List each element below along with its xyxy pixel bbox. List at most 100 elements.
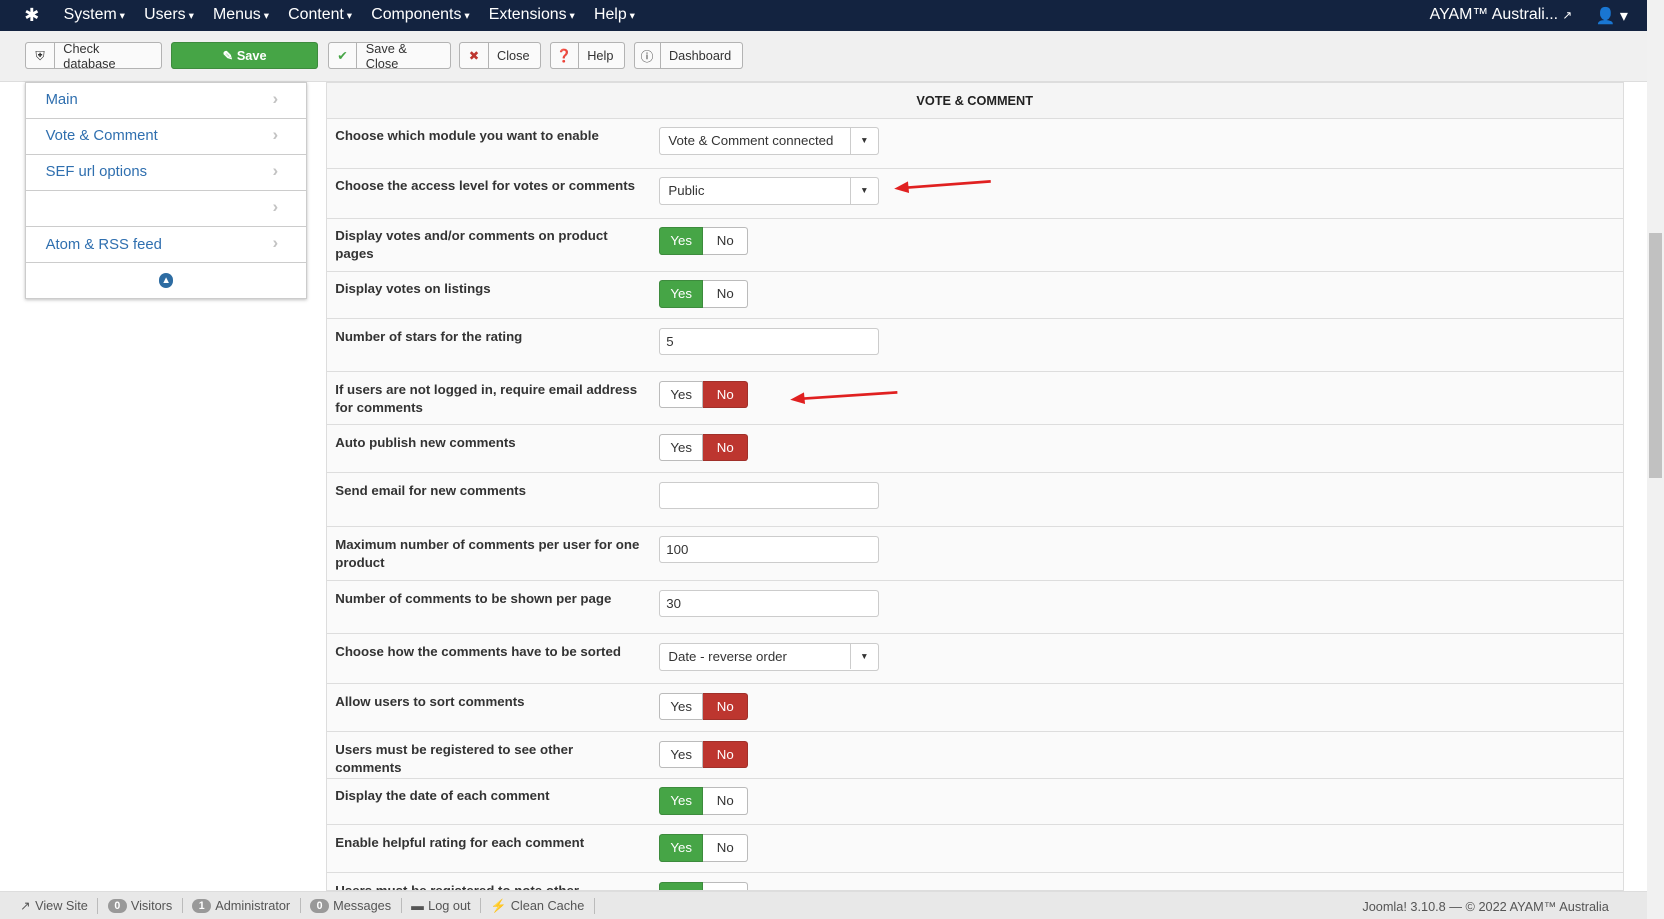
site-link[interactable]: AYAM™ Australi... ↗ xyxy=(1430,6,1573,26)
user-menu[interactable]: 👤 ▾ xyxy=(1596,6,1628,26)
user-icon: 👤 xyxy=(1595,8,1616,26)
caret-down-icon: ▼ xyxy=(850,178,878,204)
setting-row: Allow users to sort comments Yes No xyxy=(326,684,1623,733)
close-icon: ✖ xyxy=(460,43,489,68)
setting-row: Choose how the comments have to be sorte… xyxy=(326,634,1623,685)
no-option[interactable]: No xyxy=(703,833,749,862)
settings-panel: VOTE & COMMENT Choose which module you w… xyxy=(325,81,1624,892)
setting-label: Allow users to sort comments xyxy=(335,693,525,709)
page: ✱ System Users Menus Content Components Exten… xyxy=(0,0,1664,919)
yes-no-toggle[interactable]: YesNo xyxy=(658,227,749,255)
yes-no-toggle[interactable]: YesNo xyxy=(658,833,749,862)
copyright: Joomla! 3.10.8 — © 2022 AYAM™ Australia xyxy=(1362,898,1609,914)
yes-option[interactable]: Yes xyxy=(658,881,704,891)
lightning-icon: ⚡ xyxy=(490,897,507,913)
setting-label: Choose how the comments have to be sorte… xyxy=(335,643,621,659)
no-option[interactable]: No xyxy=(703,881,749,891)
setting-label: Enable helpful rating for each comment xyxy=(335,834,585,850)
menu-extensions[interactable]: Extensions xyxy=(489,6,575,24)
save-close-button[interactable]: ✔ Save & Close xyxy=(327,41,451,71)
scrollbar-thumb[interactable] xyxy=(1649,233,1662,478)
sidebar-item[interactable]: Main › xyxy=(26,83,306,119)
scrollbar[interactable] xyxy=(1646,0,1664,919)
setting-label: If users are not logged in, require emai… xyxy=(335,381,638,415)
sidebar-item[interactable]: SEF url options › xyxy=(26,155,306,191)
setting-label: Send email for new comments xyxy=(335,482,526,498)
no-option[interactable]: No xyxy=(703,692,749,721)
external-link-icon: ↗ xyxy=(20,897,31,913)
view-site-link[interactable]: ↗ View Site xyxy=(11,897,99,914)
yes-no-toggle[interactable]: YesNo xyxy=(658,787,749,815)
annotation-arrow xyxy=(790,391,898,405)
sidebar-item[interactable]: Atom & RSS feed › xyxy=(26,227,306,264)
help-button[interactable]: ❓ Help xyxy=(549,42,626,69)
yes-option[interactable]: Yes xyxy=(658,433,704,462)
text-input[interactable]: 100 xyxy=(658,535,879,564)
yes-no-toggle[interactable]: YesNo xyxy=(658,380,749,409)
setting-label: Display the date of each comment xyxy=(335,788,550,804)
setting-label: Users must be registered to see other co… xyxy=(335,741,574,775)
setting-label: Display votes and/or comments on product… xyxy=(335,228,608,262)
setting-row: Users must be registered to see other co… xyxy=(326,732,1623,779)
yes-no-toggle[interactable]: YesNo xyxy=(658,881,749,891)
no-option[interactable]: No xyxy=(703,280,749,308)
external-link-icon: ↗ xyxy=(1562,9,1573,23)
administrator-link[interactable]: 1 Administrator xyxy=(183,898,301,914)
menu-components[interactable]: Components xyxy=(371,6,469,24)
joomla-logo-icon[interactable]: ✱ xyxy=(0,5,64,26)
select-dropdown[interactable]: Public ▼ xyxy=(658,177,879,205)
setting-row: Number of stars for the rating 5 xyxy=(326,319,1623,373)
question-icon: ❓ xyxy=(551,43,579,68)
logout-link[interactable]: ▬ Log out xyxy=(402,898,482,914)
text-input[interactable]: 5 xyxy=(658,327,879,356)
panel-title: VOTE & COMMENT xyxy=(326,82,1623,119)
visitors-link[interactable]: 0 Visitors xyxy=(98,898,183,914)
menu-system[interactable]: System xyxy=(64,6,125,24)
setting-label: Users must be registered to note other c… xyxy=(335,882,579,892)
save-button[interactable]: ✎ Save xyxy=(170,42,319,69)
setting-row: Auto publish new comments Yes No xyxy=(326,425,1623,474)
no-option[interactable]: No xyxy=(703,740,749,769)
text-input[interactable]: 30 xyxy=(658,589,879,618)
no-option[interactable]: No xyxy=(703,787,749,815)
yes-no-toggle[interactable]: YesNo xyxy=(658,280,749,308)
text-input[interactable] xyxy=(658,481,879,510)
yes-option[interactable]: Yes xyxy=(658,692,704,721)
yes-no-toggle[interactable]: YesNo xyxy=(658,740,749,769)
setting-label: Number of comments to be shown per page xyxy=(335,590,612,606)
sidebar-item[interactable]: Vote & Comment › xyxy=(26,119,306,155)
chevron-right-icon: › xyxy=(272,233,279,253)
setting-row: If users are not logged in, require emai… xyxy=(326,372,1623,426)
yes-no-toggle[interactable]: YesNo xyxy=(658,433,749,462)
setting-label: Choose which module you want to enable xyxy=(335,128,599,144)
messages-link[interactable]: 0 Messages xyxy=(301,898,402,914)
no-option[interactable]: No xyxy=(703,433,749,462)
sidebar-item[interactable]: › xyxy=(26,191,306,228)
no-option[interactable]: No xyxy=(703,380,749,409)
no-option[interactable]: No xyxy=(703,227,749,255)
setting-label: Maximum number of comments per user for … xyxy=(335,536,640,570)
menu-menus[interactable]: Menus xyxy=(213,6,269,24)
shield-icon: ⛨ xyxy=(26,43,55,68)
yes-option[interactable]: Yes xyxy=(658,787,704,815)
toolbar: ⛨ Check database ✎ Save ✔ Save & Close ✖ Cl… xyxy=(0,30,1647,82)
menu-users[interactable]: Users xyxy=(144,6,194,24)
dashboard-button[interactable]: ⓘ Dashboard xyxy=(633,42,743,69)
yes-option[interactable]: Yes xyxy=(658,280,704,308)
chevron-right-icon: › xyxy=(272,197,279,217)
yes-option[interactable]: Yes xyxy=(658,380,704,409)
menu-content[interactable]: Content xyxy=(288,6,352,24)
yes-option[interactable]: Yes xyxy=(658,227,704,255)
setting-label: Choose the access level for votes or com… xyxy=(335,178,635,194)
check-database-button[interactable]: ⛨ Check database xyxy=(25,41,163,71)
collapse-button[interactable]: ▲ xyxy=(26,263,305,298)
minus-icon: ▬ xyxy=(411,898,424,914)
yes-no-toggle[interactable]: YesNo xyxy=(658,692,749,721)
clean-cache-link[interactable]: ⚡ Clean Cache xyxy=(481,897,595,914)
select-dropdown[interactable]: Date - reverse order ▼ xyxy=(658,642,879,671)
menu-help[interactable]: Help xyxy=(594,6,635,24)
close-button[interactable]: ✖ Close xyxy=(459,42,542,69)
select-dropdown[interactable]: Vote & Comment connected ▼ xyxy=(658,127,879,155)
yes-option[interactable]: Yes xyxy=(658,833,704,862)
yes-option[interactable]: Yes xyxy=(658,740,704,769)
